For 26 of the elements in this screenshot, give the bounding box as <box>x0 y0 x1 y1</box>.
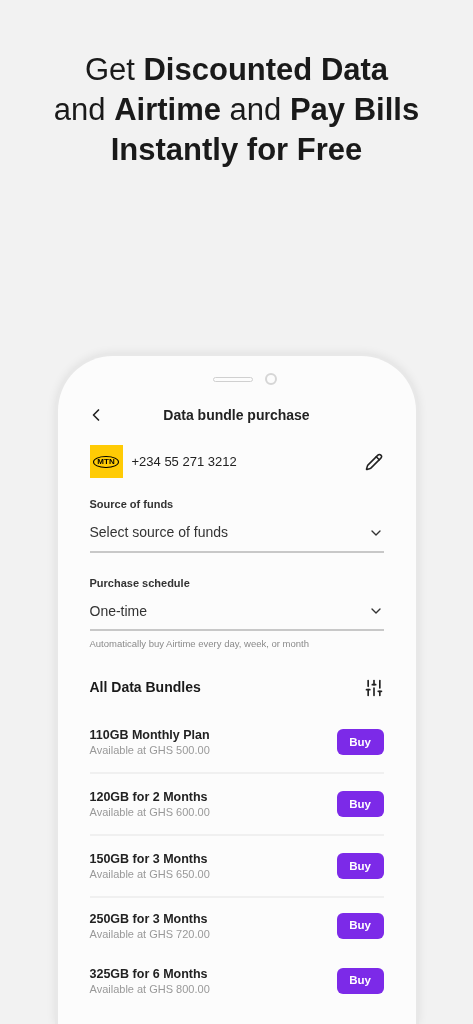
phone-number: +234 55 271 3212 <box>131 452 238 471</box>
bundle-price: Available at GHS 720.00 <box>89 926 210 941</box>
field-label: Source of funds <box>89 497 175 512</box>
bundle-name: 120GB for 2 Months <box>89 789 209 806</box>
headline: Get Discounted Data and Airtime and Pay Bills Instantly for Free <box>53 51 420 169</box>
bundle-price: Available at GHS 600.00 <box>89 805 210 820</box>
select-field[interactable]: One-time <box>89 593 384 631</box>
bundle-name: 150GB for 3 Months <box>89 851 209 868</box>
buy-button[interactable]: Buy <box>336 853 384 880</box>
buy-button[interactable]: Buy <box>336 791 384 818</box>
buy-button[interactable]: Buy <box>336 729 384 756</box>
field-hint: Automatically buy Airtime every day, week, or month <box>89 637 310 651</box>
edit-icon[interactable] <box>364 452 383 471</box>
buy-button[interactable]: Buy <box>336 967 384 994</box>
bundle-price: Available at GHS 500.00 <box>89 743 210 758</box>
buy-button[interactable]: Buy <box>336 912 384 939</box>
section-title: All Data Bundles <box>89 678 201 698</box>
bundle-name: 110GB Monthly Plan <box>89 727 210 744</box>
bundle-price: Available at GHS 800.00 <box>89 981 210 996</box>
bundle-price: Available at GHS 650.00 <box>89 867 210 882</box>
screen-title: Data bundle purchase <box>163 405 310 425</box>
field-label: Purchase schedule <box>89 575 191 591</box>
bundle-name: 250GB for 3 Months <box>89 910 209 927</box>
filter-icon[interactable] <box>363 677 384 698</box>
bundle-name: 325GB for 6 Months <box>89 965 209 982</box>
select-field[interactable]: Select source of funds <box>89 514 384 553</box>
